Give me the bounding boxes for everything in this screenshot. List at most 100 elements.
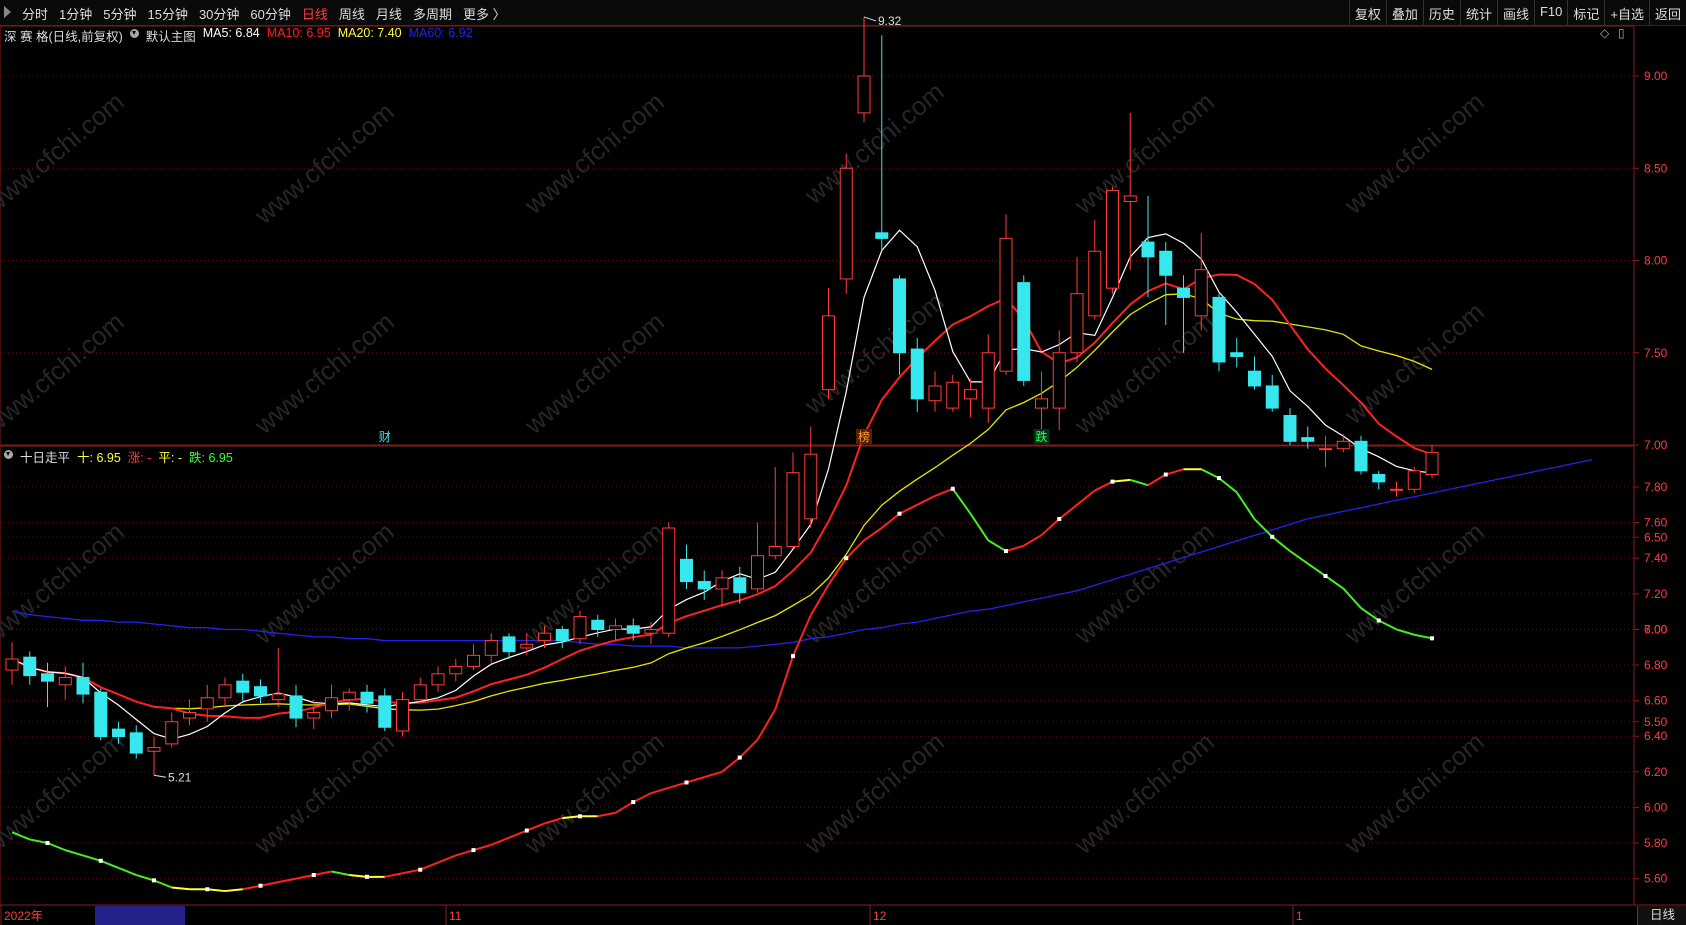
indicator-seg-24 [419,861,439,871]
indicator-seg-72 [1271,536,1291,552]
candle-body-6 [112,728,125,738]
indicator-seg-6 [100,859,119,869]
indicator-dot-56 [1004,549,1008,554]
bottom-period-tab[interactable]: 日线 [1637,906,1686,925]
indicator-dot-35 [631,800,636,805]
candle-body-53 [946,381,960,409]
indicator-dot-38 [684,780,689,785]
candle-body-38 [680,558,693,583]
indicator-seg-57 [1005,544,1025,553]
watermark-12: www.cfchi.com [0,516,130,650]
indicator-seg-47 [827,557,848,586]
indicator-dot-23 [418,867,423,872]
candle-body-77 [1372,474,1386,483]
candle-body-30 [538,632,551,642]
high-label: 9.32 [878,14,902,28]
candle-body-18 [325,697,338,712]
indicator-seg-23 [402,868,421,875]
candle-body-29 [520,643,534,649]
candle-body-60 [1070,293,1084,354]
ind-ytick-label-8: 6.20 [1644,765,1668,779]
candle-body-40 [715,577,729,590]
candle-body-32 [573,616,587,640]
indicator-dot-62 [1110,479,1115,484]
candle-body-73 [1301,437,1315,442]
main-ytick-label-3: 7.50 [1644,346,1668,360]
candle-body-59 [1052,352,1066,409]
indicator-seg-26 [455,849,474,857]
indicator-seg-65 [1147,473,1167,487]
indicator-seg-41 [721,756,741,773]
candle-body-3 [58,676,72,686]
indicator-dot-65 [1163,472,1168,477]
candle-body-0 [5,658,19,671]
candle-body-69 [1230,352,1244,357]
indicator-dot-11 [205,887,210,892]
indicator-dot-74 [1323,574,1328,578]
candle-body-61 [1088,250,1102,317]
indicator-seg-44 [774,655,794,710]
chart-canvas[interactable]: www.cfchi.com www.cfchi.com www.cfchi.com w… [0,0,1686,925]
indicator-seg-60 [1058,504,1078,520]
indicator-seg-34 [597,811,616,818]
candle-body-28 [502,636,516,653]
indicator-seg-40 [703,770,723,779]
ind-ytick-label-7: 6.40 [1644,729,1668,743]
candle-body-2 [41,673,54,682]
candle-body-75 [1336,440,1350,450]
indicator-seg-50 [881,512,901,529]
indicator-seg-28 [490,836,510,846]
indicator-dot-17 [311,873,316,878]
candle-body-7 [129,732,143,754]
indicator-dot-14 [258,883,263,888]
candle-body-56 [999,237,1013,372]
indicator-seg-70 [1235,491,1256,520]
candle-body-44 [786,472,800,547]
indicator-seg-3 [47,842,66,852]
indicator-dot-53 [950,486,955,491]
indicator-seg-74 [1307,562,1327,577]
indicator-dot-47 [844,556,849,561]
candle-body-57 [1017,282,1031,381]
candle-body-70 [1248,370,1261,387]
event-marker-0: 财 [379,430,391,444]
candle-body-79 [1407,470,1421,490]
candle-body-62 [1106,189,1119,289]
watermark-3: www.cfchi.com [798,76,950,210]
indicator-seg-20 [349,874,368,878]
candle-body-15 [271,693,285,701]
candle-body-67 [1194,269,1208,317]
candle-body-14 [254,686,267,697]
main-ytick-label-2: 8.00 [1644,254,1668,268]
main-ytick-label-4: 7.00 [1644,438,1668,452]
indicator-seg-79 [1396,628,1415,636]
candle-body-13 [236,680,250,693]
indicator-seg-59 [1040,518,1060,536]
indicator-dot-77 [1376,618,1381,623]
indicator-seg-39 [686,776,705,784]
x-axis-label-3: 1 [1296,909,1303,923]
indicator-seg-22 [384,872,403,878]
candle-body-50 [893,278,906,354]
candle-body-55 [981,352,995,409]
main-ytick-label-5: 6.50 [1644,530,1668,544]
candle-body-23 [413,684,427,701]
candle-body-68 [1212,296,1226,363]
ind-ytick-label-2: 7.40 [1644,551,1668,565]
candle-body-66 [1177,287,1190,298]
indicator-seg-73 [1289,550,1309,565]
ind-ytick-label-11: 5.60 [1644,872,1668,886]
candle-body-41 [733,577,747,594]
watermark-18: www.cfchi.com [0,726,130,860]
candle-body-31 [555,629,569,642]
indicator-dot-68 [1217,476,1221,481]
indicator-seg-63 [1112,478,1131,483]
indicator-seg-25 [437,854,457,864]
indicator-dot-26 [471,848,476,853]
indicator-dot-29 [524,828,529,833]
watermark-21: www.cfchi.com [798,726,950,860]
candle-body-37 [662,527,676,634]
main-ytick-label-1: 8.50 [1644,161,1668,175]
candle-body-5 [94,691,108,738]
candle-body-45 [804,453,818,520]
